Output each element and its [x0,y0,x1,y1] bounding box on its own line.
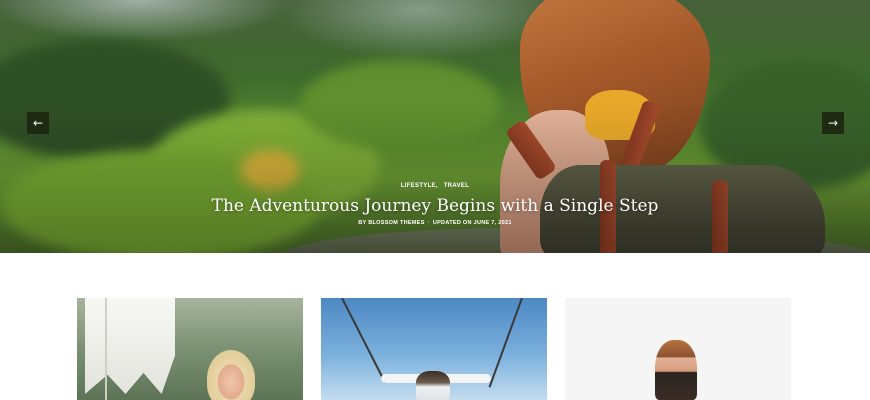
arrow-right-icon: → [827,116,839,130]
swing-person-shape [416,371,450,400]
slider-next-button[interactable]: → [822,112,844,134]
post-card-image[interactable] [321,298,547,400]
slide-caption: LIFESTYLE, TRAVEL The Adventurous Journe… [0,183,870,226]
slide-title[interactable]: The Adventurous Journey Begins with a Si… [0,195,870,217]
post-card-image[interactable] [77,298,303,400]
slide-meta: BY BLOSSOM THEMES · UPDATED ON JUNE 7, 202… [0,220,870,226]
post-card-image[interactable] [565,298,791,400]
arrow-left-icon: ← [32,116,44,130]
meta-separator: · [427,220,430,226]
author-link[interactable]: BY BLOSSOM THEMES [358,220,424,226]
woman-back-shape [655,340,697,400]
swing-rope-right [488,298,523,388]
slider-prev-button[interactable]: ← [27,112,49,134]
category-link-travel[interactable]: TRAVEL [444,183,469,189]
category-link-lifestyle[interactable]: LIFESTYLE, [401,183,438,189]
updated-date: UPDATED ON JUNE 7, 2021 [432,220,512,226]
slide-categories: LIFESTYLE, TRAVEL [0,183,870,189]
swing-rope-left [341,298,387,384]
umbrella-shape [85,298,175,394]
hero-slider: ← → LIFESTYLE, TRAVEL The Adventurous Jo… [0,0,870,253]
woman-portrait-shape [207,350,255,400]
